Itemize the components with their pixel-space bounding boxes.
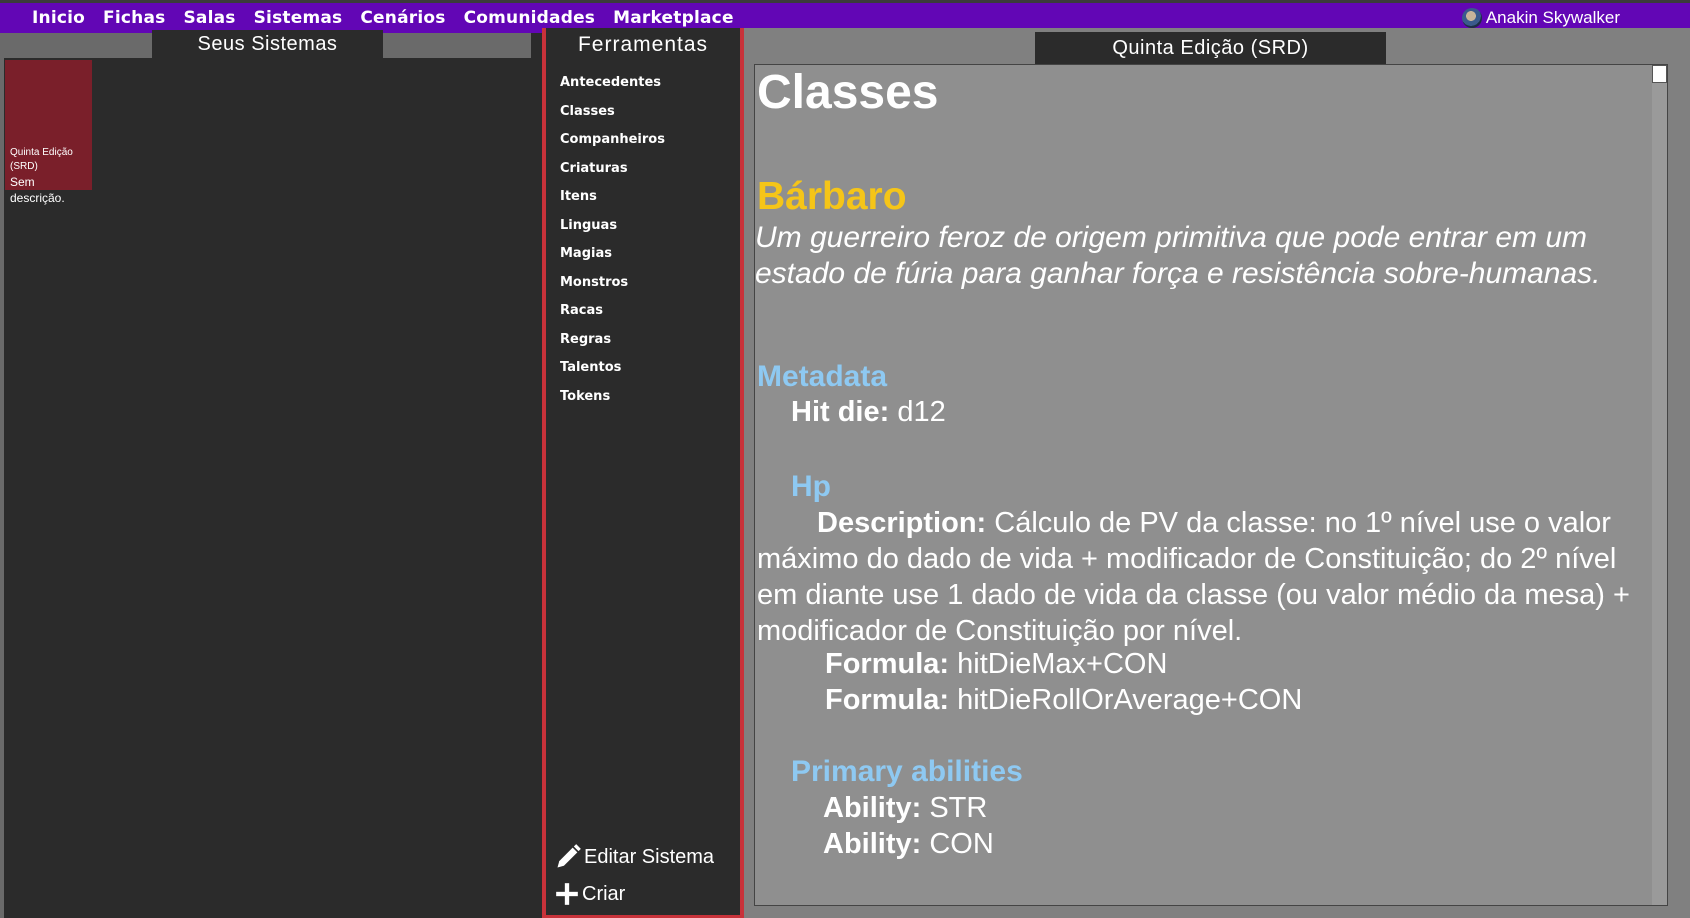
formula-key-2: Formula:: [825, 684, 950, 716]
user-menu[interactable]: Anakin Skywalker: [1461, 8, 1620, 28]
formula-row-1: Formula: hitDieMax+CON: [825, 648, 1167, 681]
viewer-scrollbar[interactable]: [1652, 65, 1667, 905]
formula-value-2: hitDieRollOrAverage+CON: [957, 684, 1303, 716]
ability-key-2: Ability:: [823, 828, 922, 860]
avatar: [1461, 8, 1482, 28]
create-label: Criar: [582, 882, 626, 905]
tool-classes[interactable]: Classes: [560, 104, 740, 133]
primary-abilities-heading: Primary abilities: [791, 755, 1023, 788]
ability-row-1: Ability: STR: [823, 792, 987, 825]
page-title: Classes: [757, 66, 939, 119]
system-card-description: Sem descrição.: [10, 175, 65, 205]
systems-title: Seus Sistemas: [152, 30, 383, 58]
user-name: Anakin Skywalker: [1485, 8, 1620, 27]
viewer-tab[interactable]: Quinta Edição (SRD): [1035, 32, 1386, 65]
nav-marketplace[interactable]: Marketplace: [613, 8, 734, 28]
hit-die-value: d12: [897, 396, 946, 428]
viewer-content: Classes Bárbaro Um guerreiro feroz de or…: [754, 64, 1668, 906]
class-description: Um guerreiro feroz de origem primitiva q…: [755, 221, 1601, 290]
metadata-heading: Metadata: [757, 360, 888, 393]
formula-row-2: Formula: hitDieRollOrAverage+CON: [825, 684, 1302, 717]
hit-die-row: Hit die: d12: [791, 396, 946, 429]
pencil-icon: [557, 844, 581, 868]
tools-list: Antecedentes Classes Companheiros Criatu…: [546, 75, 740, 417]
tool-talentos[interactable]: Talentos: [560, 360, 740, 389]
nav-fichas[interactable]: Fichas: [103, 8, 165, 28]
description-key: Description:: [817, 507, 987, 539]
tool-itens[interactable]: Itens: [560, 189, 740, 218]
tool-regras[interactable]: Regras: [560, 332, 740, 361]
main-nav: Inicio Fichas Salas Sistemas Cenários Co…: [32, 8, 752, 28]
edit-system-button[interactable]: Editar Sistema: [554, 843, 714, 871]
tool-antecedentes[interactable]: Antecedentes: [560, 75, 740, 104]
ability-key-1: Ability:: [823, 792, 922, 824]
nav-salas[interactable]: Salas: [183, 8, 235, 28]
tool-criaturas[interactable]: Criaturas: [560, 161, 740, 190]
hp-heading: Hp: [791, 470, 831, 503]
nav-cenarios[interactable]: Cenários: [360, 8, 445, 28]
nav-inicio[interactable]: Inicio: [32, 8, 85, 28]
edit-system-label: Editar Sistema: [584, 845, 715, 868]
nav-comunidades[interactable]: Comunidades: [464, 8, 596, 28]
system-card-name: Quinta Edição (SRD): [10, 147, 73, 172]
hit-die-key: Hit die:: [791, 396, 890, 428]
nav-sistemas[interactable]: Sistemas: [254, 8, 343, 28]
system-card[interactable]: Quinta Edição (SRD) Sem descrição.: [5, 60, 92, 205]
create-button[interactable]: Criar: [554, 881, 625, 907]
tool-companheiros[interactable]: Companheiros: [560, 132, 740, 161]
tools-panel: Ferramentas Antecedentes Classes Companh…: [542, 28, 744, 918]
tools-title: Ferramentas: [577, 33, 709, 56]
tool-tokens[interactable]: Tokens: [560, 389, 740, 418]
formula-key-1: Formula:: [825, 648, 950, 680]
ability-row-2: Ability: CON: [823, 828, 994, 861]
class-name: Bárbaro: [757, 175, 907, 218]
formula-value-1: hitDieMax+CON: [957, 648, 1168, 680]
ability-value-2: CON: [929, 828, 994, 860]
ability-value-1: STR: [929, 792, 988, 824]
plus-icon: [556, 883, 578, 905]
tool-magias[interactable]: Magias: [560, 246, 740, 275]
tool-monstros[interactable]: Monstros: [560, 275, 740, 304]
tool-racas[interactable]: Racas: [560, 303, 740, 332]
tool-linguas[interactable]: Linguas: [560, 218, 740, 247]
viewer-scroll-thumb[interactable]: [1652, 65, 1667, 83]
hp-description: Description: Cálculo de PV da classe: no…: [757, 505, 1662, 649]
